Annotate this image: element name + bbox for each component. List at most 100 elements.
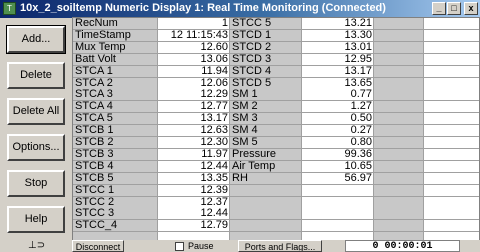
field-label[interactable]: STCA 5 [73,113,158,125]
pause-checkbox[interactable] [175,242,184,251]
stop-button[interactable]: Stop [7,170,65,197]
empty-label-cell[interactable] [230,185,302,197]
field-label[interactable]: STCA 1 [73,66,158,78]
empty-label-cell[interactable] [374,220,424,232]
empty-value-cell[interactable] [424,220,479,232]
field-label[interactable]: SM 2 [230,101,302,113]
field-value[interactable]: 0.77 [302,89,374,101]
field-label[interactable]: Mux Temp [73,42,158,54]
field-label[interactable]: STCB 3 [73,149,158,161]
empty-value-cell[interactable] [424,173,479,185]
app-icon[interactable]: T [3,2,16,15]
field-value[interactable]: 11.97 [158,149,230,161]
empty-value-cell[interactable] [424,161,479,173]
empty-value-cell[interactable] [424,42,479,54]
field-value[interactable]: 12.60 [158,42,230,54]
field-value[interactable]: 12.30 [158,137,230,149]
empty-label-cell[interactable] [374,113,424,125]
field-value[interactable]: 12.79 [158,220,230,232]
field-label[interactable]: Air Temp [230,161,302,173]
field-value[interactable]: 13.35 [158,173,230,185]
field-label[interactable]: STCC 5 [230,18,302,30]
field-label[interactable]: Batt Volt [73,54,158,66]
close-icon[interactable]: x [464,2,478,15]
empty-label-cell[interactable] [374,185,424,197]
empty-label-cell[interactable] [374,42,424,54]
field-label[interactable]: STCD 2 [230,42,302,54]
empty-value-cell[interactable] [424,149,479,161]
field-value[interactable]: 12 11:15:43 [158,30,230,42]
field-label[interactable]: SM 1 [230,89,302,101]
empty-value-cell[interactable] [424,54,479,66]
empty-value-cell[interactable] [424,18,479,30]
field-label[interactable]: STCB 4 [73,161,158,173]
field-label[interactable]: STCB 2 [73,137,158,149]
empty-label-cell[interactable] [374,208,424,220]
field-label[interactable]: STCD 1 [230,30,302,42]
field-value[interactable]: 99.36 [302,149,374,161]
field-value[interactable]: 13.21 [302,18,374,30]
field-value[interactable]: 13.06 [158,54,230,66]
delete-button[interactable]: Delete [7,62,65,89]
add-button[interactable]: Add... [6,25,66,54]
empty-label-cell[interactable] [230,220,302,232]
disconnect-button[interactable]: Disconnect [72,240,124,252]
field-label[interactable]: SM 5 [230,137,302,149]
field-label[interactable]: STCD 4 [230,66,302,78]
empty-label-cell[interactable] [374,66,424,78]
help-button[interactable]: Help [7,206,65,233]
empty-label-cell[interactable] [230,208,302,220]
field-label[interactable]: STCB 5 [73,173,158,185]
empty-value-cell[interactable] [424,30,479,42]
empty-value-cell[interactable] [424,137,479,149]
field-label[interactable]: STCD 3 [230,54,302,66]
field-label[interactable]: SM 3 [230,113,302,125]
field-label[interactable]: STCA 4 [73,101,158,113]
delete-all-button[interactable]: Delete All [7,98,65,125]
empty-value-cell[interactable] [302,208,374,220]
field-label[interactable]: STCB 1 [73,125,158,137]
field-value[interactable]: 56.97 [302,173,374,185]
empty-label-cell[interactable] [374,149,424,161]
empty-label-cell[interactable] [374,54,424,66]
field-value[interactable]: 0.50 [302,113,374,125]
empty-label-cell[interactable] [374,137,424,149]
maximize-icon[interactable]: □ [447,2,461,15]
field-value[interactable]: 12.95 [302,54,374,66]
field-label[interactable]: Pressure [230,149,302,161]
field-label[interactable]: TimeStamp [73,30,158,42]
field-value[interactable]: 12.44 [158,161,230,173]
field-value[interactable]: 1.27 [302,101,374,113]
field-label[interactable]: SM 4 [230,125,302,137]
field-label[interactable]: STCC 3 [73,208,158,220]
empty-value-cell[interactable] [424,185,479,197]
field-value[interactable]: 13.30 [302,30,374,42]
field-value[interactable]: 11.94 [158,66,230,78]
empty-value-cell[interactable] [302,220,374,232]
empty-label-cell[interactable] [374,101,424,113]
field-label[interactable]: RecNum [73,18,158,30]
field-label[interactable]: STCC_4 [73,220,158,232]
empty-label-cell[interactable] [374,18,424,30]
empty-value-cell[interactable] [424,125,479,137]
empty-label-cell[interactable] [374,173,424,185]
empty-value-cell[interactable] [424,208,479,220]
title-bar[interactable]: T 10x_2_soiltemp Numeric Display 1: Real… [0,0,480,18]
field-value[interactable]: 12.63 [158,125,230,137]
empty-label-cell[interactable] [374,30,424,42]
empty-value-cell[interactable] [424,66,479,78]
empty-label-cell[interactable] [374,125,424,137]
field-value[interactable]: 13.17 [302,66,374,78]
field-value[interactable]: 12.29 [158,89,230,101]
options-button[interactable]: Options... [7,134,65,161]
field-value[interactable]: 12.39 [158,185,230,197]
field-value[interactable]: 0.27 [302,125,374,137]
field-value[interactable]: 13.01 [302,42,374,54]
field-label[interactable]: STCA 3 [73,89,158,101]
field-value[interactable]: 1 [158,18,230,30]
ports-flags-button[interactable]: Ports and Flags... [238,240,322,252]
empty-label-cell[interactable] [374,89,424,101]
field-value[interactable]: 10.65 [302,161,374,173]
field-label[interactable]: RH [230,173,302,185]
empty-value-cell[interactable] [424,113,479,125]
